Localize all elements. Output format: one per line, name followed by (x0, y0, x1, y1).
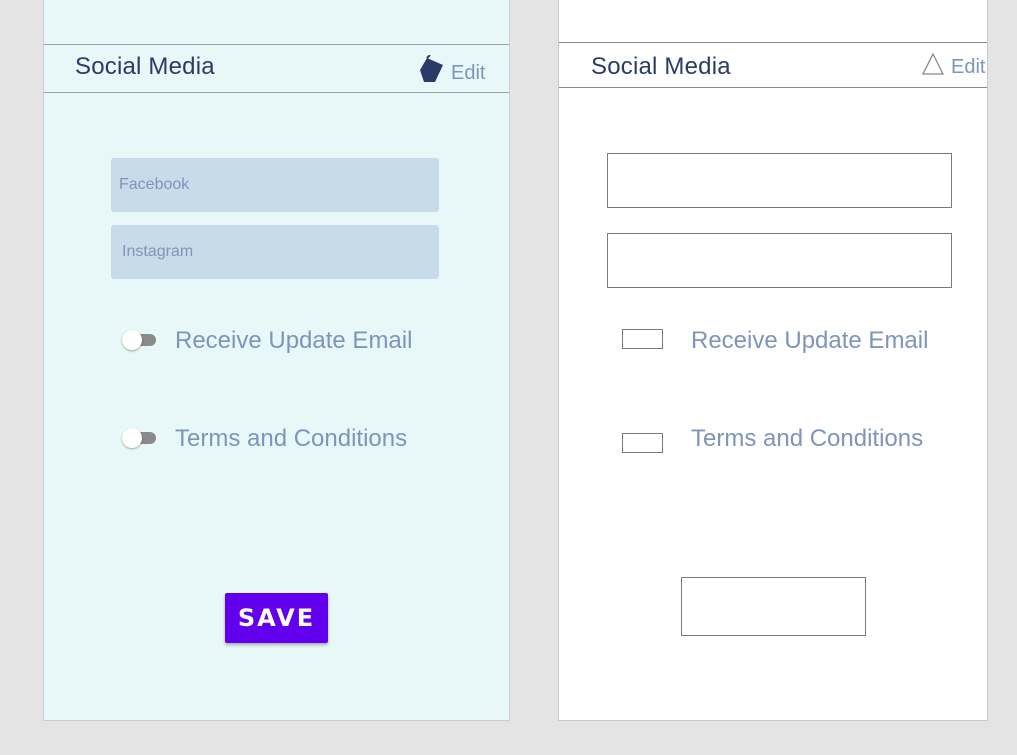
email-toggle[interactable] (122, 330, 158, 350)
instagram-field-wireframe[interactable] (607, 233, 952, 288)
triangle-icon (921, 52, 945, 82)
edit-link[interactable]: Edit (418, 54, 486, 91)
styled-form-panel: Social Media Edit Receive Update Email T… (43, 0, 510, 721)
header-bottom-divider (559, 87, 987, 88)
edit-label: Edit (951, 55, 986, 78)
header-bottom-divider (44, 92, 509, 93)
toggle-knob (122, 330, 142, 350)
save-button[interactable]: SAVE (225, 593, 328, 643)
toggle-knob (122, 428, 142, 448)
edit-label: Edit (451, 61, 486, 84)
facebook-field[interactable] (111, 158, 439, 212)
header-top-divider (44, 44, 509, 45)
terms-checkbox-wireframe[interactable] (622, 433, 663, 453)
instagram-field[interactable] (111, 225, 439, 279)
facebook-field-wireframe[interactable] (607, 153, 952, 208)
section-title: Social Media (591, 53, 731, 80)
save-button-wireframe[interactable] (681, 577, 866, 636)
terms-option-label: Terms and Conditions (175, 425, 408, 452)
terms-toggle[interactable] (122, 428, 158, 448)
terms-option-label: Terms and Conditions (691, 425, 924, 452)
email-checkbox-wireframe[interactable] (622, 329, 663, 349)
pen-nib-icon (418, 54, 445, 91)
email-option-label: Receive Update Email (691, 327, 929, 354)
edit-link[interactable]: Edit (921, 52, 985, 82)
email-option-label: Receive Update Email (175, 327, 413, 354)
header-top-divider (559, 42, 987, 43)
wireframe-form-panel: Social Media Edit Receive Update Email T… (558, 0, 988, 721)
section-title: Social Media (75, 53, 215, 80)
